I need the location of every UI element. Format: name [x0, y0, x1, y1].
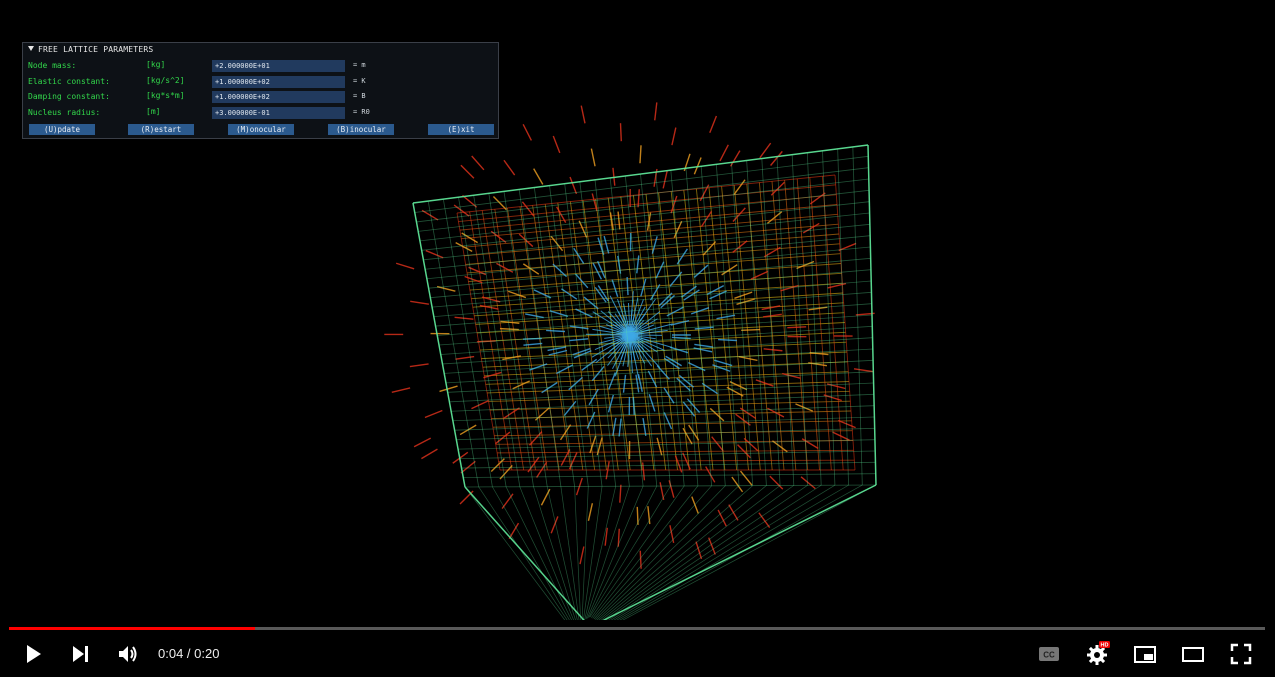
monocular-button[interactable]: (M)onocular [228, 124, 294, 135]
subtitles-button[interactable]: CC [1036, 641, 1062, 667]
param-symbol: = m [353, 61, 366, 69]
time-display: 0:04 / 0:20 [158, 646, 220, 661]
panel-header[interactable]: FREE LATTICE PARAMETERS [28, 45, 153, 54]
damping-constant-input[interactable]: +1.000000E+02 [212, 91, 345, 103]
collapse-triangle-icon[interactable] [28, 46, 34, 51]
nucleus-radius-input[interactable]: +3.000000E-01 [212, 107, 345, 119]
param-label: Node mass: [28, 61, 77, 70]
miniplayer-icon [1134, 646, 1156, 663]
param-row-elastic-constant: Elastic constant: [kg/s^2] +1.000000E+02… [28, 76, 493, 89]
param-label: Damping constant: [28, 92, 110, 101]
elastic-constant-input[interactable]: +1.000000E+02 [212, 76, 345, 88]
param-row-node-mass: Node mass: [kg] +2.000000E+01 = m [28, 60, 493, 73]
param-row-nucleus-radius: Nucleus radius: [m] +3.000000E-01 = R0 [28, 107, 493, 120]
param-label: Nucleus radius: [28, 108, 101, 117]
play-icon [27, 645, 41, 663]
update-button[interactable]: (U)pdate [29, 124, 95, 135]
hd-badge: HD [1101, 643, 1109, 649]
miniplayer-button[interactable] [1132, 641, 1158, 667]
fullscreen-button[interactable] [1228, 641, 1254, 667]
param-row-damping-constant: Damping constant: [kg*s*m] +1.000000E+02… [28, 91, 493, 104]
param-unit: [m] [146, 107, 161, 116]
settings-icon: HD [1087, 641, 1110, 665]
theater-mode-button[interactable] [1180, 641, 1206, 667]
param-unit: [kg] [146, 60, 166, 69]
exit-button[interactable]: (E)xit [428, 124, 494, 135]
restart-button[interactable]: (R)estart [128, 124, 194, 135]
video-stage[interactable]: FREE LATTICE PARAMETERS Node mass: [kg] … [0, 0, 1275, 677]
param-unit: [kg*s*m] [146, 91, 185, 100]
param-label: Elastic constant: [28, 77, 110, 86]
progress-bar[interactable] [9, 627, 1265, 630]
svg-text:CC: CC [1043, 651, 1055, 660]
param-symbol: = R0 [353, 108, 370, 116]
fullscreen-icon [1230, 643, 1252, 665]
panel-title: FREE LATTICE PARAMETERS [38, 45, 154, 54]
panel-button-bar: (U)pdate (R)estart (M)onocular (B)inocul… [28, 124, 496, 136]
play-button[interactable] [20, 641, 46, 667]
lattice-parameters-panel: FREE LATTICE PARAMETERS Node mass: [kg] … [22, 42, 499, 139]
next-button[interactable] [68, 641, 94, 667]
cc-icon: CC [1039, 647, 1059, 661]
param-symbol: = K [353, 77, 366, 85]
settings-button[interactable]: HD [1084, 641, 1110, 667]
progress-played [9, 627, 256, 630]
theater-icon [1182, 647, 1204, 662]
param-unit: [kg/s^2] [146, 76, 185, 85]
volume-button[interactable] [115, 641, 141, 667]
node-mass-input[interactable]: +2.000000E+01 [212, 60, 345, 72]
volume-icon [119, 646, 137, 662]
binocular-button[interactable]: (B)inocular [328, 124, 394, 135]
next-icon [73, 646, 88, 662]
param-symbol: = B [353, 92, 366, 100]
